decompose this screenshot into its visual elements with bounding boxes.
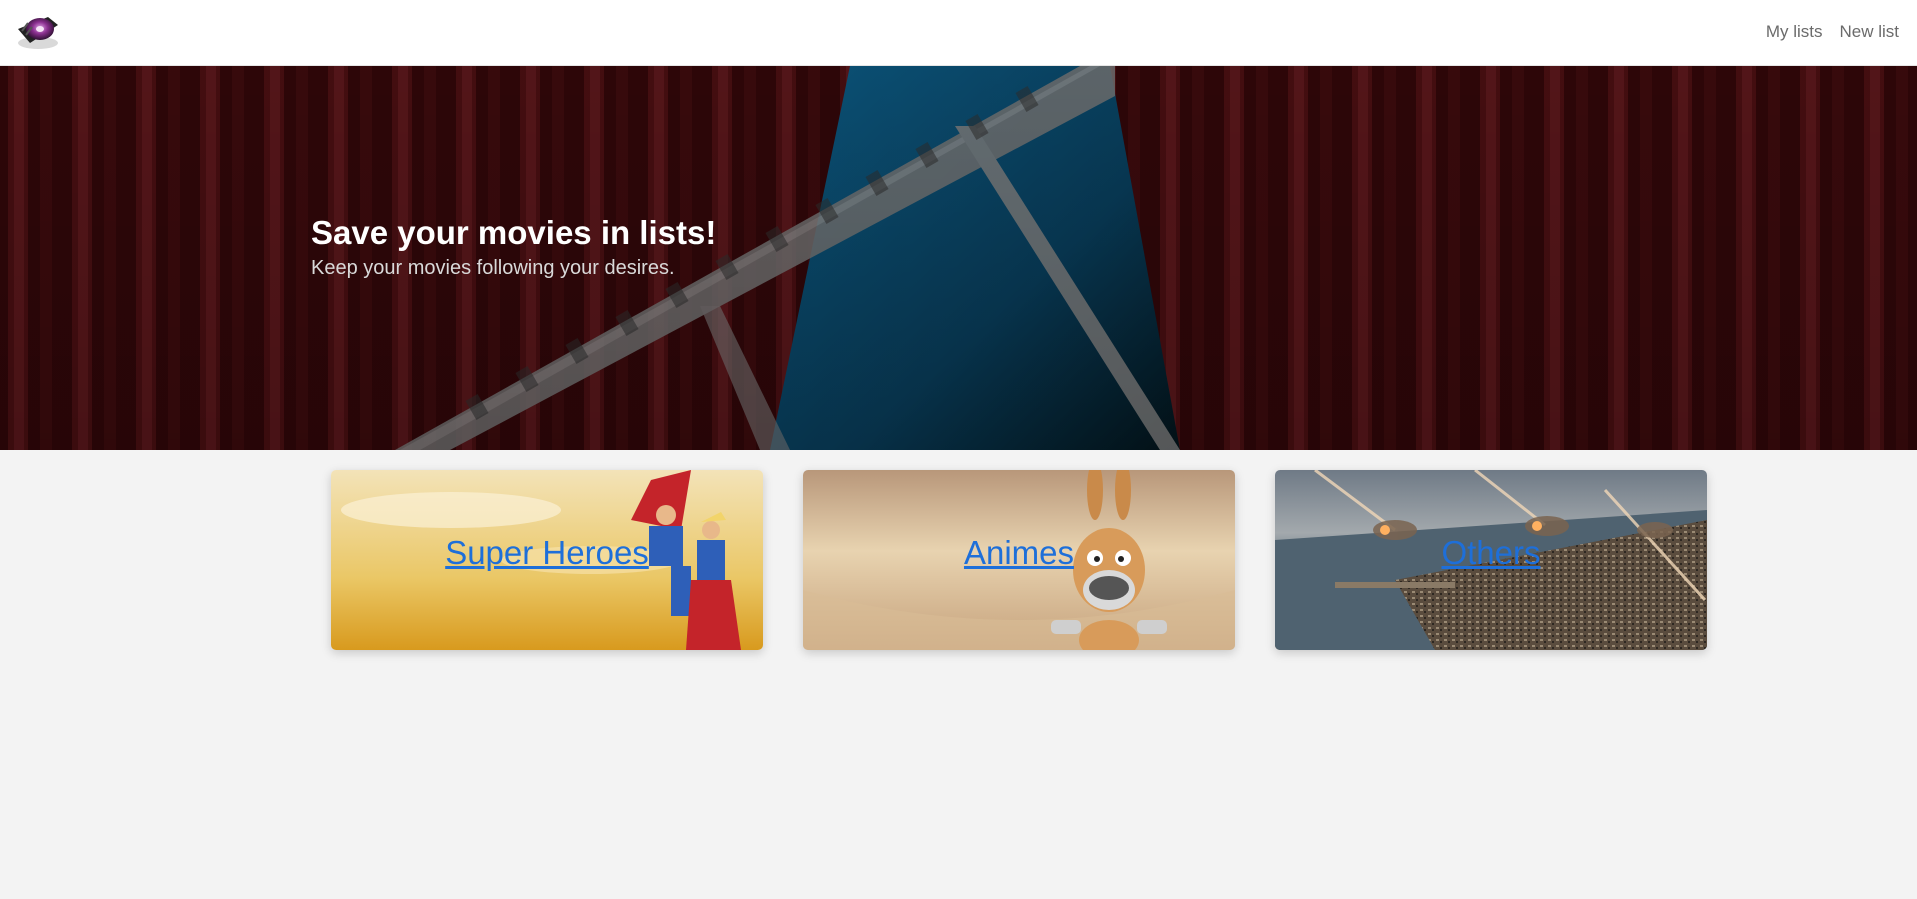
film-reel-logo-icon[interactable] [14, 13, 62, 51]
category-card-others[interactable]: Others [1275, 470, 1707, 650]
nav-new-list-link[interactable]: New list [1839, 22, 1899, 42]
hero-title: Save your movies in lists! [311, 214, 717, 251]
hero-subtitle: Keep your movies following your desires. [311, 257, 675, 279]
category-link-others[interactable]: Others [1275, 534, 1707, 572]
category-cards: Super Heroes Animes Others [331, 470, 1707, 650]
category-card-animes[interactable]: Animes [803, 470, 1235, 650]
hero-banner: Save your movies in lists! Keep your mov… [0, 66, 1917, 450]
nav-my-lists-link[interactable]: My lists [1766, 22, 1823, 42]
top-navbar: My lists New list [0, 0, 1917, 66]
category-link-animes[interactable]: Animes [803, 534, 1235, 572]
category-link-super-heroes[interactable]: Super Heroes [331, 534, 763, 572]
category-card-super-heroes[interactable]: Super Heroes [331, 470, 763, 650]
theater-curtain-film-strip-image [0, 66, 1917, 450]
